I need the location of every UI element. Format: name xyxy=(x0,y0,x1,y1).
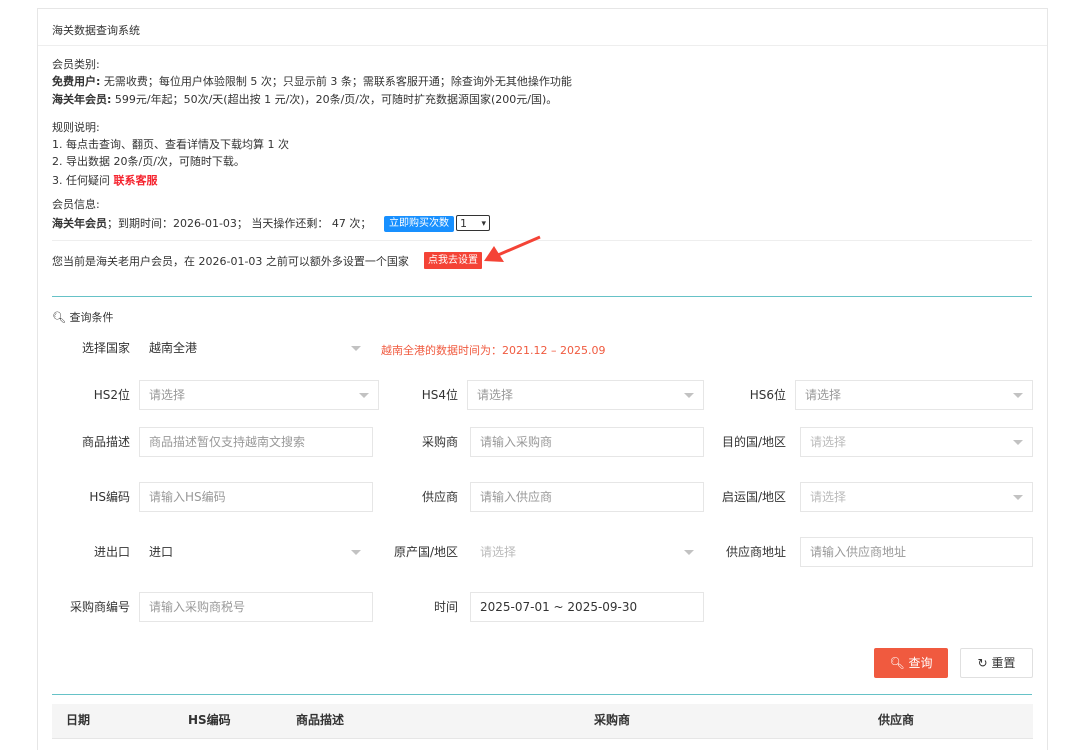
contact-service-link[interactable]: 联系客服 xyxy=(114,174,158,187)
go-settings-button[interactable]: 点我去设置 xyxy=(424,252,482,269)
free-user-label: 免费用户: xyxy=(52,75,101,88)
supplier-label: 供应商 xyxy=(421,490,458,504)
search-button-label: 查询 xyxy=(908,656,933,670)
chevron-down-icon xyxy=(1013,393,1023,398)
hs4-select[interactable]: 请选择 xyxy=(467,380,704,410)
buyer-code-input[interactable]: 请输入采购商税号 xyxy=(139,592,373,622)
buyer-code-label: 采购商编号 xyxy=(69,600,130,614)
col-hscode: HS编码 xyxy=(188,713,231,727)
hs2-label: HS2位 xyxy=(93,388,130,402)
chevron-down-icon xyxy=(1013,440,1023,445)
chevron-down-icon xyxy=(684,550,694,555)
page-title: 海关数据查询系统 xyxy=(52,24,140,37)
query-section-title: 🔍︎ 查询条件 xyxy=(52,309,113,325)
time-range-input[interactable]: 2025-07-01 ~ 2025-09-30 xyxy=(470,592,704,622)
chevron-down-icon xyxy=(359,393,369,398)
main-panel: 海关数据查询系统 会员类别: 免费用户: 无需收费；每位用户体验限制 5 次；只… xyxy=(37,8,1048,750)
col-date: 日期 xyxy=(66,713,91,727)
origin-port-select[interactable]: 请选择 xyxy=(800,482,1033,512)
country-value: 越南全港 xyxy=(149,341,198,355)
hscode-label: HS编码 xyxy=(89,490,130,504)
rule-3: 3. 任何疑问 联系客服 xyxy=(52,172,158,188)
pointer-arrow-icon xyxy=(484,235,541,262)
hs4-label: HS4位 xyxy=(421,388,458,402)
dest-label: 目的国/地区 xyxy=(721,435,786,449)
supplier-addr-label: 供应商地址 xyxy=(725,545,786,559)
rules-heading: 规则说明: xyxy=(52,121,100,134)
chevron-down-icon xyxy=(684,393,694,398)
chevron-down-icon xyxy=(351,550,361,555)
country-label: 选择国家 xyxy=(81,341,130,355)
search-icon: 🔍︎ xyxy=(52,311,66,324)
hscode-input[interactable]: 请输入HS编码 xyxy=(139,482,373,512)
supplier-input[interactable]: 请输入供应商 xyxy=(470,482,704,512)
search-button[interactable]: 🔍︎ 查询 xyxy=(874,648,948,678)
hs6-label: HS6位 xyxy=(749,388,786,402)
desc-label: 商品描述 xyxy=(81,435,130,449)
refresh-icon: ↻ xyxy=(977,656,988,670)
time-label: 时间 xyxy=(433,600,458,614)
member-type: 海关年会员 xyxy=(52,217,107,230)
hs2-select[interactable]: 请选择 xyxy=(139,380,379,410)
col-buyer: 采购商 xyxy=(594,713,631,727)
qty-select[interactable]: 1 ▾ xyxy=(456,215,490,231)
annual-member-label: 海关年会员: xyxy=(52,93,112,106)
free-user-text: 无需收费；每位用户体验限制 5 次；只显示前 3 条；需联系客服开通；除查询外无… xyxy=(103,75,572,88)
hs2-placeholder: 请选择 xyxy=(149,388,186,402)
rule-2: 2. 导出数据 20条/页/次，可随时下载。 xyxy=(52,155,245,168)
query-divider xyxy=(52,296,1032,297)
reset-button-label: 重置 xyxy=(991,656,1016,670)
hs6-select[interactable]: 请选择 xyxy=(795,380,1033,410)
annual-member-text: 599元/年起；50次/天(超出按 1 元/次)，20条/页/次，可随时扩充数据… xyxy=(114,93,558,106)
rule-3-text: 3. 任何疑问 xyxy=(52,174,110,187)
dest-select[interactable]: 请选择 xyxy=(800,427,1033,457)
rule-1: 1. 每点击查询、翻页、查看详情及下载均算 1 次 xyxy=(52,138,289,151)
notice-text: 您当前是海关老用户会员，在 2026-01-03 之前可以额外多设置一个国家 xyxy=(52,255,409,268)
origin-port-placeholder: 请选择 xyxy=(810,490,847,504)
member-info-detail: ；到期时间：2026-01-03； 当天操作还剩： 47 次； xyxy=(107,217,372,230)
query-title-text: 查询条件 xyxy=(69,311,114,324)
chevron-down-icon xyxy=(1013,495,1023,500)
member-info-heading: 会员信息: xyxy=(52,198,100,211)
search-icon: 🔍︎ xyxy=(889,656,905,670)
table-divider xyxy=(52,694,1032,695)
buyer-input[interactable]: 请输入采购商 xyxy=(470,427,704,457)
supplier-addr-input[interactable]: 请输入供应商地址 xyxy=(800,537,1033,567)
dest-placeholder: 请选择 xyxy=(810,435,847,449)
origin-select[interactable]: 请选择 xyxy=(470,537,704,567)
origin-label: 原产国/地区 xyxy=(393,545,458,559)
hs6-placeholder: 请选择 xyxy=(805,388,842,402)
country-select[interactable]: 越南全港 xyxy=(139,333,371,363)
origin-port-label: 启运国/地区 xyxy=(721,490,786,504)
desc-input[interactable]: 商品描述暂仅支持越南文搜索 xyxy=(139,427,373,457)
io-value: 进口 xyxy=(149,545,174,559)
chevron-down-icon: ▾ xyxy=(481,219,486,229)
free-user-line: 免费用户: 无需收费；每位用户体验限制 5 次；只显示前 3 条；需联系客服开通… xyxy=(52,73,572,89)
col-supplier: 供应商 xyxy=(878,713,915,727)
col-desc: 商品描述 xyxy=(296,713,345,727)
hs4-placeholder: 请选择 xyxy=(477,388,514,402)
annual-member-line: 海关年会员: 599元/年起；50次/天(超出按 1 元/次)，20条/页/次，… xyxy=(52,91,557,107)
io-select[interactable]: 进口 xyxy=(139,537,371,567)
membership-heading: 会员类别: xyxy=(52,58,100,71)
io-label: 进出口 xyxy=(93,545,130,559)
buy-times-button[interactable]: 立即购买次数 xyxy=(384,216,454,232)
header-divider xyxy=(38,45,1047,46)
chevron-down-icon xyxy=(351,346,361,351)
reset-button[interactable]: ↻ 重置 xyxy=(960,648,1033,678)
buyer-label: 采购商 xyxy=(421,435,458,449)
table-header: 日期 HS编码 商品描述 采购商 供应商 xyxy=(52,704,1033,739)
qty-value: 1 xyxy=(460,217,467,230)
country-data-range: 越南全港的数据时间为：2021.12 – 2025.09 xyxy=(381,344,606,357)
origin-placeholder: 请选择 xyxy=(480,545,517,559)
member-info-line: 海关年会员；到期时间：2026-01-03； 当天操作还剩： 47 次； xyxy=(52,215,371,231)
